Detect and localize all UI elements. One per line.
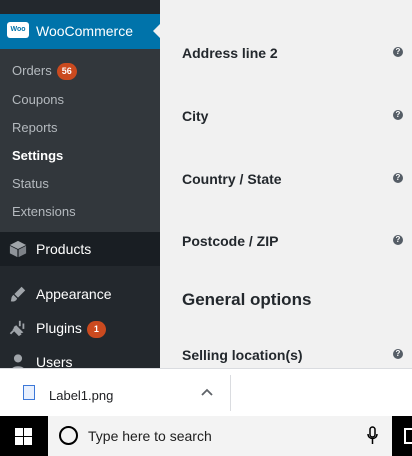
country-state-label: Country / State: [182, 171, 282, 187]
taskbar: Type here to search: [0, 416, 412, 456]
current-menu-arrow: [153, 23, 160, 39]
general-options-heading: General options: [182, 290, 312, 309]
menu-plugins-label: Plugins 1: [36, 320, 106, 338]
chevron-up-icon[interactable]: [201, 388, 213, 396]
taskbar-search-box[interactable]: Type here to search: [48, 416, 392, 456]
microphone-icon[interactable]: [367, 426, 378, 445]
menu-appearance-label: Appearance: [36, 286, 112, 302]
submenu-item-status[interactable]: Status: [12, 176, 49, 191]
city-label: City: [182, 108, 209, 124]
help-icon[interactable]: ?: [393, 349, 403, 359]
submenu-item-label: Coupons: [12, 92, 65, 107]
download-item[interactable]: Label1.png: [10, 373, 222, 413]
download-divider: [230, 375, 231, 411]
submenu-item-label: Orders: [12, 63, 52, 78]
orders-count-badge: 56: [56, 63, 77, 80]
woocommerce-icon: Woo: [7, 22, 29, 38]
plugin-icon: [9, 320, 25, 337]
submenu-item-label: Reports: [12, 120, 58, 135]
menu-users[interactable]: Users: [0, 345, 160, 368]
products-box-icon: [9, 240, 27, 258]
menu-users-label: Users: [36, 354, 73, 368]
submenu-item-label: Extensions: [12, 204, 76, 219]
menu-plugins[interactable]: Plugins 1: [0, 311, 160, 345]
paintbrush-icon: [10, 286, 26, 302]
help-icon[interactable]: ?: [393, 173, 403, 183]
help-icon[interactable]: ?: [393, 235, 403, 245]
menu-woocommerce-label: WooCommerce: [36, 23, 133, 39]
image-file-icon: [23, 385, 35, 400]
woocommerce-submenu: Orders 56 Coupons Reports Settings Status…: [0, 49, 160, 232]
submenu-item-label: Status: [12, 176, 49, 191]
plugins-update-badge: 1: [86, 321, 106, 338]
task-view-icon[interactable]: [404, 428, 412, 444]
menu-woocommerce[interactable]: Woo WooCommerce: [0, 14, 160, 49]
submenu-item-coupons[interactable]: Coupons: [12, 92, 64, 107]
menu-products-label: Products: [36, 241, 92, 257]
users-icon: [12, 354, 24, 368]
menu-appearance[interactable]: Appearance: [0, 277, 160, 311]
menu-products[interactable]: Products: [0, 232, 160, 266]
help-icon[interactable]: ?: [393, 47, 403, 57]
selling-locations-label: Selling location(s): [182, 347, 303, 363]
admin-sidebar: Woo WooCommerce Orders 56 Coupons Reports…: [0, 0, 160, 368]
cortana-search-icon: [59, 426, 78, 445]
address-line-2-label: Address line 2: [182, 45, 278, 61]
search-placeholder: Type here to search: [88, 428, 212, 444]
postcode-zip-label: Postcode / ZIP: [182, 233, 279, 249]
windows-logo-icon: [15, 428, 32, 445]
submenu-item-label: Settings: [12, 148, 64, 163]
submenu-item-orders[interactable]: Orders 56: [12, 63, 77, 80]
screen: Woo WooCommerce Orders 56 Coupons Reports…: [0, 0, 412, 456]
settings-main: Address line 2 ? City ? Country / State …: [160, 0, 412, 368]
download-bar: Label1.png: [0, 368, 412, 416]
start-button[interactable]: [0, 416, 48, 456]
menu-plugins-text: Plugins: [36, 320, 82, 336]
submenu-item-settings[interactable]: Settings: [12, 148, 63, 163]
submenu-item-reports[interactable]: Reports: [12, 120, 58, 135]
submenu-item-extensions[interactable]: Extensions: [12, 204, 76, 219]
help-icon[interactable]: ?: [393, 110, 403, 120]
download-file-name: Label1.png: [49, 388, 114, 403]
